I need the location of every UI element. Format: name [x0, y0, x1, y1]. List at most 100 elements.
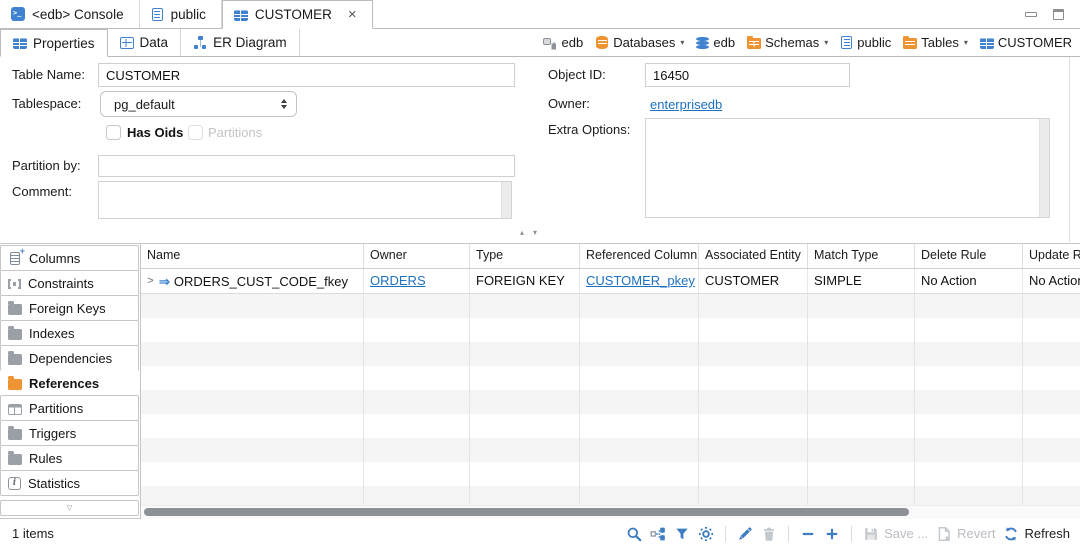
- breadcrumb-item-schemas[interactable]: Schemas▾: [747, 35, 828, 50]
- tab-properties[interactable]: Properties: [0, 29, 108, 57]
- sidebar-item-label: Rules: [29, 451, 62, 466]
- object-sections: Columns Constraints Foreign KeysIndexes Dep…: [0, 243, 1080, 519]
- owner-link[interactable]: enterprisedb: [650, 97, 722, 112]
- sidebar-scroll-more-button[interactable]: ▽: [0, 500, 139, 516]
- folder-icon: [8, 454, 22, 465]
- sidebar-item-rules[interactable]: Rules: [0, 445, 139, 471]
- object-id-label: Object ID:: [548, 63, 606, 87]
- table-row[interactable]: >⇒ORDERS_CUST_CODE_fkeyORDERSFOREIGN KEY…: [141, 269, 1080, 294]
- splitter-handle[interactable]: ▴▾: [520, 227, 537, 239]
- breadcrumb-label: edb: [713, 35, 735, 50]
- referenced-column-link[interactable]: CUSTOMER_pkey: [586, 273, 695, 288]
- breadcrumb-item-databases[interactable]: Databases▾: [595, 35, 684, 50]
- minimize-button[interactable]: [1025, 12, 1037, 17]
- partition-by-input[interactable]: [98, 155, 515, 177]
- editor-tab-public[interactable]: public: [140, 0, 222, 28]
- document-icon: [152, 8, 163, 21]
- filter-button[interactable]: [674, 526, 690, 542]
- toolbar-button-label: Save ...: [884, 526, 928, 541]
- sidebar-item-foreign-keys[interactable]: Foreign Keys: [0, 295, 139, 321]
- object-id-input[interactable]: [645, 63, 850, 87]
- edit-button[interactable]: [737, 526, 753, 542]
- column-header-type[interactable]: Type: [470, 244, 580, 268]
- horizontal-scrollbar[interactable]: [141, 505, 1080, 519]
- cell-referenced-column: CUSTOMER_pkey: [580, 269, 699, 293]
- sidebar-item-dependencies[interactable]: Dependencies: [0, 345, 139, 371]
- sidebar-item-constraints[interactable]: Constraints: [0, 270, 139, 296]
- sidebar-item-label: Constraints: [28, 276, 94, 291]
- refresh-button[interactable]: Refresh: [1003, 526, 1070, 542]
- sidebar-item-indexes[interactable]: Indexes: [0, 320, 139, 346]
- save-button[interactable]: Save ...: [863, 526, 928, 542]
- column-header-referenced-column[interactable]: Referenced Column: [580, 244, 699, 268]
- breadcrumb-label: edb: [561, 35, 583, 50]
- breadcrumb-item-customer[interactable]: CUSTOMER: [980, 35, 1072, 50]
- column-header-owner[interactable]: Owner: [364, 244, 470, 268]
- sidebar-item-label: Statistics: [28, 476, 80, 491]
- editor-tab-customer[interactable]: CUSTOMER ×: [222, 0, 373, 29]
- data-icon: [120, 37, 134, 49]
- owner-link[interactable]: ORDERS: [370, 273, 426, 288]
- table-name-input[interactable]: [98, 63, 515, 87]
- editor-tab-label: CUSTOMER: [255, 7, 332, 22]
- extra-options-textarea[interactable]: [645, 118, 1050, 218]
- add-row-button[interactable]: [824, 526, 840, 542]
- textarea-scrollbar: [1039, 119, 1049, 217]
- comment-textarea[interactable]: [98, 181, 512, 219]
- constraints-icon: [8, 279, 21, 289]
- form-right-divider: [1069, 57, 1070, 242]
- sidebar-item-label: Partitions: [29, 401, 83, 416]
- grid-empty-rows: [141, 294, 1080, 506]
- view-config-icon: [650, 526, 666, 542]
- view-tab-label: Properties: [33, 36, 95, 51]
- maximize-button[interactable]: [1053, 9, 1064, 20]
- sidebar-item-triggers[interactable]: Triggers: [0, 420, 139, 446]
- status-bar: 1 items Save ...RevertRefresh: [0, 518, 1080, 548]
- close-tab-icon[interactable]: ×: [348, 7, 357, 22]
- breadcrumb-item-public[interactable]: public: [840, 35, 891, 50]
- search-button[interactable]: [626, 526, 642, 542]
- settings-button[interactable]: [698, 526, 714, 542]
- column-header-associated-entity[interactable]: Associated Entity: [699, 244, 808, 268]
- sidebar-item-columns[interactable]: Columns: [0, 245, 139, 271]
- column-header-update-rule[interactable]: Update Rule: [1023, 244, 1080, 268]
- settings-icon: [698, 526, 714, 542]
- remove-row-button[interactable]: [800, 526, 816, 542]
- revert-icon: [936, 526, 952, 542]
- breadcrumb-item-edb[interactable]: edb: [543, 35, 583, 50]
- breadcrumb-item-edb[interactable]: edb: [696, 35, 735, 50]
- breadcrumb-item-tables[interactable]: Tables▾: [903, 35, 968, 50]
- view-config-button[interactable]: [650, 526, 666, 542]
- folder-icon: [8, 429, 22, 440]
- schema-folder-icon: [747, 38, 761, 49]
- revert-button[interactable]: Revert: [936, 526, 995, 542]
- table-icon: [234, 10, 248, 21]
- folder-icon: [8, 354, 22, 365]
- sidebar-item-label: Dependencies: [29, 351, 112, 366]
- table-icon: [980, 38, 994, 49]
- tab-er-diagram[interactable]: ER Diagram: [181, 29, 300, 56]
- folder-orange-icon: [8, 379, 22, 390]
- has-oids-checkbox[interactable]: [106, 125, 121, 140]
- comment-label: Comment:: [12, 180, 72, 204]
- column-header-match-type[interactable]: Match Type: [808, 244, 915, 268]
- owner-label: Owner:: [548, 92, 590, 116]
- column-header-name[interactable]: Name: [141, 244, 364, 268]
- cell-owner: ORDERS: [364, 269, 470, 293]
- toolbar-separator: [725, 526, 726, 542]
- sidebar-item-partitions[interactable]: Partitions: [0, 395, 139, 421]
- partitions-checkbox: [188, 125, 203, 140]
- partitions-icon: [8, 404, 22, 415]
- delete-button[interactable]: [761, 526, 777, 542]
- cell-name: >⇒ORDERS_CUST_CODE_fkey: [141, 269, 364, 293]
- sidebar-item-statistics[interactable]: Statistics: [0, 470, 139, 496]
- grid-header: NameOwnerTypeReferenced ColumnAssociated…: [141, 244, 1080, 269]
- editor-tab-edb-console[interactable]: <edb> Console: [0, 0, 140, 28]
- tab-data[interactable]: Data: [108, 29, 182, 56]
- scrollbar-thumb[interactable]: [144, 508, 909, 516]
- sidebar-item-references[interactable]: References: [0, 370, 139, 396]
- tablespace-select[interactable]: pg_default: [100, 91, 297, 117]
- foreign-key-icon: ⇒: [159, 270, 170, 293]
- column-header-delete-rule[interactable]: Delete Rule: [915, 244, 1023, 268]
- expand-chevron-icon[interactable]: >: [143, 270, 158, 293]
